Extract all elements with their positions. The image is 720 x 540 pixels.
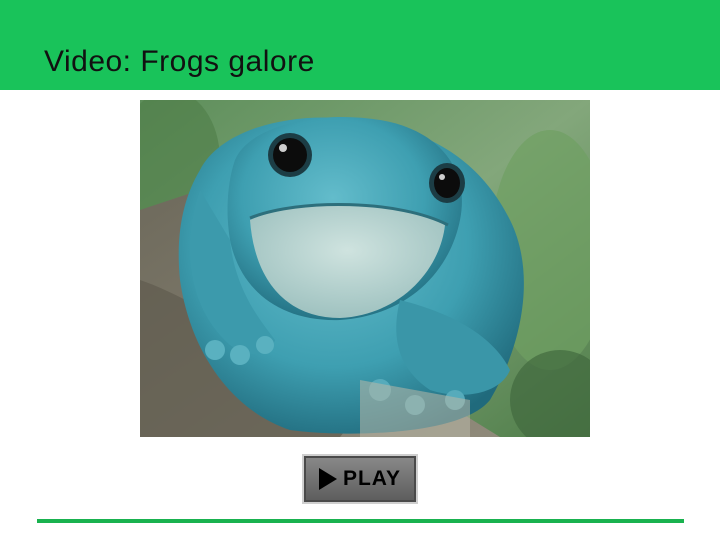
- play-triangle-icon: [318, 468, 337, 490]
- play-label: PLAY: [342, 467, 402, 490]
- footer-divider: [37, 519, 684, 523]
- frog-image: [140, 100, 590, 437]
- play-button[interactable]: PLAY: [302, 454, 418, 504]
- slide-title: Video: Frogs galore: [44, 45, 315, 78]
- video-thumbnail[interactable]: [140, 100, 590, 437]
